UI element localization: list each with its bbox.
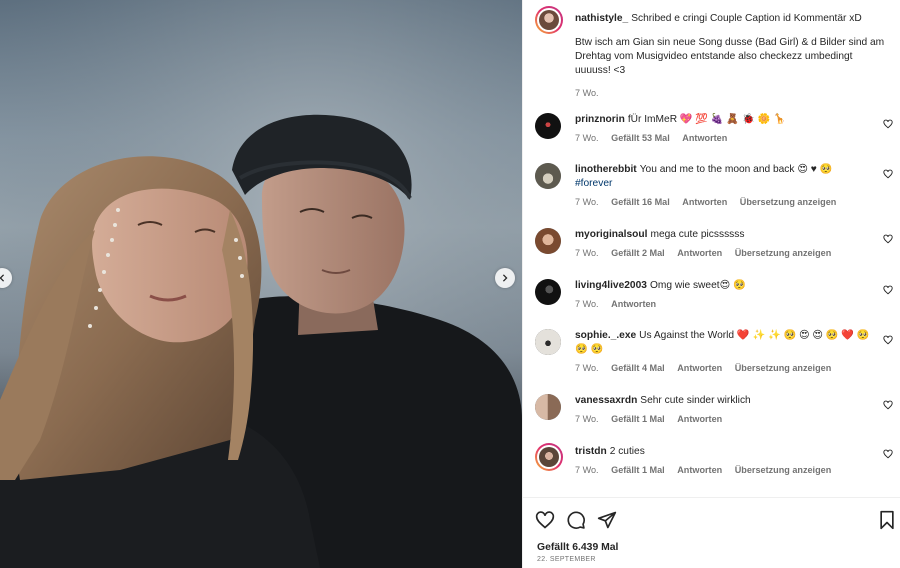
- translate-button[interactable]: Übersetzung anzeigen: [740, 197, 837, 207]
- comment-likes[interactable]: Gefällt 16 Mal: [611, 197, 670, 207]
- commenter-avatar[interactable]: [535, 394, 561, 420]
- comment-likes[interactable]: Gefällt 1 Mal: [611, 414, 665, 424]
- author-avatar[interactable]: [535, 6, 563, 34]
- comment-time: 7 Wo.: [575, 363, 599, 373]
- commenter-username[interactable]: vanessaxrdn: [575, 395, 637, 406]
- post-date: 22. SEPTEMBER: [537, 556, 596, 563]
- comment-text: Sehr cute sinder wirklich: [640, 395, 751, 406]
- reply-button[interactable]: Antworten: [677, 248, 722, 258]
- heart-icon[interactable]: [883, 400, 893, 410]
- comment-time: 7 Wo.: [575, 197, 599, 207]
- translate-button[interactable]: Übersetzung anzeigen: [735, 465, 832, 475]
- commenter-avatar[interactable]: [535, 113, 561, 139]
- heart-icon[interactable]: [883, 119, 893, 129]
- commenter-avatar[interactable]: [535, 443, 563, 471]
- comment-time: 7 Wo.: [575, 414, 599, 424]
- reply-button[interactable]: Antworten: [677, 465, 722, 475]
- hashtag-link[interactable]: #forever: [575, 178, 612, 189]
- heart-icon[interactable]: [535, 510, 555, 530]
- comment-text: 2 cuties: [609, 446, 645, 457]
- commenter-username[interactable]: sophie._.exe: [575, 330, 636, 341]
- caption-body: Btw isch am Gian sin neue Song dusse (Ba…: [575, 37, 885, 76]
- heart-icon[interactable]: [883, 285, 893, 295]
- share-icon[interactable]: [597, 510, 617, 530]
- reply-button[interactable]: Antworten: [677, 414, 722, 424]
- comment-likes[interactable]: Gefällt 2 Mal: [611, 248, 665, 258]
- comment-time: 7 Wo.: [575, 248, 599, 258]
- author-username[interactable]: nathistyle_: [575, 13, 628, 24]
- comment-likes[interactable]: Gefällt 1 Mal: [611, 465, 665, 475]
- commenter-avatar[interactable]: [535, 163, 561, 189]
- bookmark-icon[interactable]: [877, 510, 897, 530]
- heart-icon[interactable]: [883, 335, 893, 345]
- heart-icon[interactable]: [883, 169, 893, 179]
- comment-icon[interactable]: [566, 510, 586, 530]
- post-image: [0, 0, 522, 568]
- commenter-username[interactable]: myoriginalsoul: [575, 229, 647, 240]
- heart-icon[interactable]: [883, 234, 893, 244]
- commenter-username[interactable]: prinznorin: [575, 114, 625, 125]
- caption-time: 7 Wo.: [575, 88, 599, 98]
- post-like-count[interactable]: Gefällt 6.439 Mal: [537, 542, 618, 553]
- commenter-avatar[interactable]: [535, 228, 561, 254]
- commenter-avatar[interactable]: [535, 329, 561, 355]
- chevron-left-icon: [0, 274, 5, 282]
- caption-text: Schribed e cringi Couple Caption id Komm…: [631, 13, 862, 24]
- post-photo-illustration: [0, 0, 522, 568]
- commenter-avatar[interactable]: [535, 279, 561, 305]
- commenter-username[interactable]: linotherebbit: [575, 164, 637, 175]
- reply-button[interactable]: Antworten: [682, 197, 727, 207]
- comment-likes[interactable]: Gefällt 4 Mal: [611, 363, 665, 373]
- comment-time: 7 Wo.: [575, 299, 599, 309]
- comment-time: 7 Wo.: [575, 133, 599, 143]
- comment-text: You and me to the moon and back 😍 ♥ 🥺: [639, 164, 833, 175]
- commenter-username[interactable]: living4live2003: [575, 280, 647, 291]
- reply-button[interactable]: Antworten: [611, 299, 656, 309]
- comment-text: fÜr ImMeR 💖 💯 🍇 🧸 🐞 🌼 🦒: [627, 114, 786, 125]
- comment-time: 7 Wo.: [575, 465, 599, 475]
- comment-text: Omg wie sweet😍 🥺: [649, 280, 746, 291]
- heart-icon[interactable]: [883, 449, 893, 459]
- post-actions-bar: Gefällt 6.439 Mal 22. SEPTEMBER: [523, 497, 900, 568]
- comment-likes[interactable]: Gefällt 53 Mal: [611, 133, 670, 143]
- comments-list: nathistyle_ Schribed e cringi Couple Capt…: [523, 0, 900, 497]
- next-photo-button[interactable]: [495, 268, 515, 288]
- reply-button[interactable]: Antworten: [677, 363, 722, 373]
- translate-button[interactable]: Übersetzung anzeigen: [735, 363, 832, 373]
- chevron-right-icon: [502, 274, 508, 282]
- comment-text: mega cute picssssss: [650, 229, 745, 240]
- translate-button[interactable]: Übersetzung anzeigen: [735, 248, 832, 258]
- reply-button[interactable]: Antworten: [682, 133, 727, 143]
- commenter-username[interactable]: tristdn: [575, 446, 607, 457]
- comments-panel: nathistyle_ Schribed e cringi Couple Capt…: [522, 0, 900, 568]
